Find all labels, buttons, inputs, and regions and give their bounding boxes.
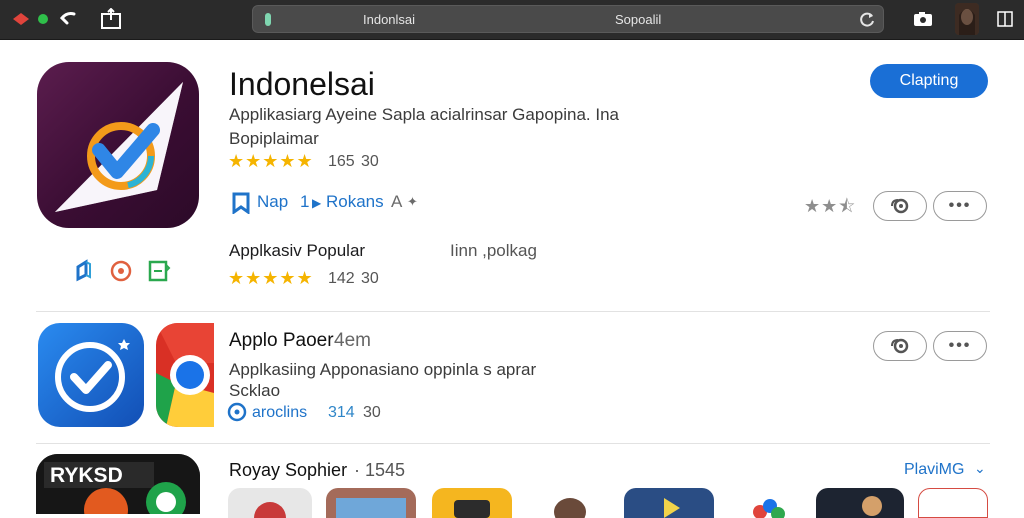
ellipsis-icon: ••• bbox=[948, 337, 972, 354]
share-icon[interactable] bbox=[100, 8, 124, 29]
back-icon[interactable] bbox=[58, 10, 76, 28]
chrome-app-icon[interactable] bbox=[156, 323, 214, 427]
sparkle-icon: ✦ bbox=[407, 194, 418, 209]
app-title-2: Applo Paoer bbox=[229, 330, 334, 351]
thumb-tile-3[interactable] bbox=[432, 488, 512, 518]
more-options-button[interactable]: ••• bbox=[933, 191, 987, 221]
gift-button[interactable] bbox=[873, 191, 927, 221]
popular-rating-value: 30 bbox=[361, 270, 379, 287]
address-text: Indonlsai bbox=[363, 12, 416, 27]
thumb-tile-5[interactable] bbox=[624, 488, 714, 518]
green-dot-icon[interactable] bbox=[37, 10, 49, 28]
app-link-2[interactable]: aroclins bbox=[252, 404, 307, 422]
popular-side-text: Iinn ,polkag bbox=[450, 241, 537, 260]
rating-count: 165 bbox=[328, 153, 355, 170]
popular-label: Applkasiv Popular bbox=[229, 241, 366, 260]
thumb-tile-6[interactable] bbox=[738, 488, 798, 518]
app-description-2-line-2: Scklao bbox=[229, 381, 281, 400]
app-description: Applikasiarg Ayeine Sapla acialrinsar Ga… bbox=[229, 105, 619, 124]
address-secondary-text: Sopoalil bbox=[615, 12, 662, 27]
play-icon[interactable]: ▶ bbox=[312, 196, 321, 210]
bookmark-icon[interactable] bbox=[228, 190, 254, 216]
user-avatar[interactable] bbox=[955, 3, 979, 35]
app-title-2-suffix: 4em bbox=[334, 330, 371, 351]
link-nap[interactable]: Nap bbox=[257, 192, 288, 212]
royal-title: Royay Sophier bbox=[229, 460, 348, 480]
app-count-2: 314 bbox=[328, 404, 355, 421]
link-rokans[interactable]: Rokans bbox=[326, 192, 384, 212]
app-icon-checkmark[interactable] bbox=[37, 62, 199, 228]
thumb-tile-1[interactable] bbox=[228, 488, 312, 518]
address-bar[interactable]: Indonlsai Sopoalil bbox=[252, 5, 884, 33]
thumb-tile-7[interactable] bbox=[816, 488, 904, 518]
app-title: Indonelsai bbox=[229, 66, 375, 102]
swirl-icon bbox=[891, 338, 909, 354]
royal-title-suffix: · 1545 bbox=[354, 460, 406, 480]
section-divider-2 bbox=[36, 443, 990, 444]
camera-icon[interactable] bbox=[912, 10, 934, 28]
diamond-red-icon[interactable] bbox=[12, 10, 30, 28]
rating-value: 30 bbox=[361, 153, 379, 170]
document-icon[interactable] bbox=[146, 258, 172, 284]
tab-icon[interactable] bbox=[996, 10, 1014, 28]
link-icon[interactable] bbox=[71, 258, 97, 284]
link-one[interactable]: 1 bbox=[300, 192, 309, 212]
ellipsis-icon: ••• bbox=[948, 197, 972, 214]
see-all-link[interactable]: PlaviMG bbox=[904, 461, 964, 479]
checkmark-app-icon[interactable] bbox=[38, 323, 144, 427]
get-button[interactable]: Clapting bbox=[870, 64, 988, 98]
secure-indicator-icon bbox=[265, 13, 271, 26]
thumb-tile-4[interactable] bbox=[540, 488, 600, 518]
royal-icon-text: RYKSD bbox=[50, 464, 123, 487]
thumb-tile-8[interactable] bbox=[918, 488, 988, 518]
more-options-button-2[interactable]: ••• bbox=[933, 331, 987, 361]
royal-app-icon[interactable]: RYKSD bbox=[36, 454, 200, 514]
swirl-icon bbox=[891, 198, 909, 214]
chevron-down-icon[interactable]: ⌄ bbox=[974, 460, 986, 477]
gift-button-2[interactable] bbox=[873, 331, 927, 361]
section-divider bbox=[36, 311, 990, 312]
refresh-circle-icon[interactable] bbox=[108, 258, 134, 284]
gray-rating-stars: ★★⯪ bbox=[804, 196, 857, 216]
rating-stars: ★★★★★ bbox=[228, 151, 314, 171]
app-count-2-b: 30 bbox=[363, 404, 381, 421]
popular-rating-count: 142 bbox=[328, 270, 355, 287]
reload-icon[interactable] bbox=[857, 10, 877, 30]
link-a[interactable]: A bbox=[391, 192, 402, 212]
app-description-line-2: Bopiplaimar bbox=[229, 129, 319, 148]
link-circle-icon[interactable] bbox=[227, 402, 247, 422]
thumb-tile-2[interactable] bbox=[326, 488, 416, 518]
popular-rating-stars: ★★★★★ bbox=[228, 268, 314, 288]
browser-toolbar: Indonlsai Sopoalil bbox=[0, 0, 1024, 40]
